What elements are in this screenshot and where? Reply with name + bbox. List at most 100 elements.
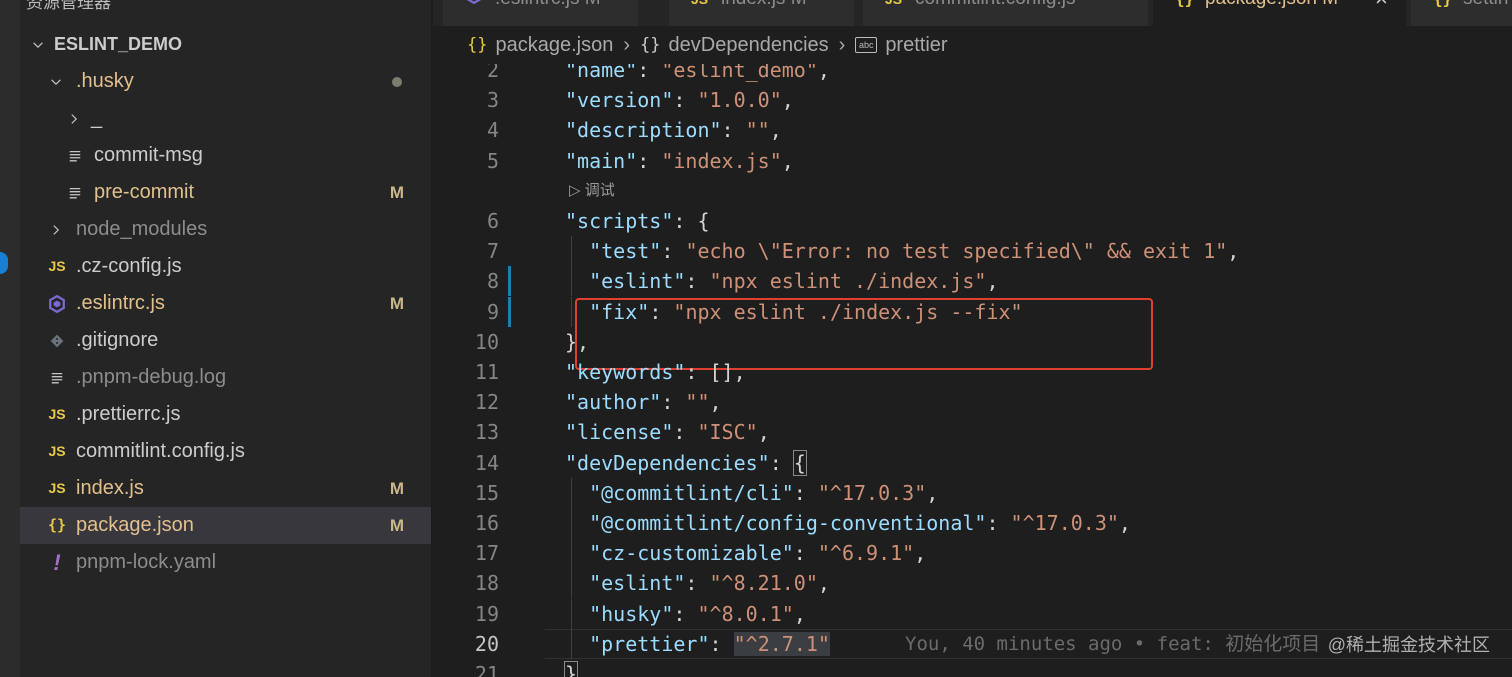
tree-item[interactable]: JS .prettierrc.js bbox=[20, 396, 431, 433]
line-number: 16 bbox=[474, 511, 499, 535]
tab-eslintrc-js[interactable]: .eslintrc.js M bbox=[443, 0, 639, 26]
git-modified-badge: M bbox=[389, 294, 404, 313]
code-line[interactable]: 2 "name": "eslint_demo", bbox=[433, 64, 1512, 85]
tab-package-json[interactable]: {} package.json M × bbox=[1153, 0, 1407, 26]
tree-item[interactable]: JS commitlint.config.js bbox=[20, 433, 431, 470]
eslint-icon bbox=[465, 0, 483, 13]
breadcrumb-label: prettier bbox=[885, 33, 948, 56]
code-line[interactable]: 6 "scripts": { bbox=[433, 206, 1512, 236]
tree-item-label: commitlint.config.js bbox=[76, 440, 245, 462]
code-text: "keywords": [], bbox=[565, 360, 746, 384]
line-number: 17 bbox=[474, 541, 499, 566]
indent-guide bbox=[571, 266, 572, 297]
breadcrumb-item[interactable]: abc prettier bbox=[855, 33, 948, 57]
activity-bar bbox=[0, 0, 20, 677]
code-text: "@commitlint/cli": "^17.0.3", bbox=[589, 480, 939, 505]
code-line[interactable]: 18 "eslint": "^8.21.0", bbox=[433, 568, 1512, 599]
tree-item-label: pnpm-lock.yaml bbox=[76, 551, 217, 573]
code-line[interactable]: 15 "@commitlint/cli": "^17.0.3", bbox=[433, 477, 1512, 508]
string-icon: abc bbox=[855, 37, 878, 53]
tree-item-label: pre-commit bbox=[94, 181, 195, 203]
code-text: "name": "eslint_demo", bbox=[565, 64, 830, 82]
code-text: "devDependencies": { bbox=[565, 449, 807, 476]
code-line[interactable]: 17 "cz-customizable": "^6.9.1", bbox=[433, 538, 1512, 569]
tree-root-folder[interactable]: ESLINT_DEMO bbox=[20, 26, 431, 63]
json-icon: {} bbox=[47, 516, 67, 534]
code-line[interactable]: 5 "main": "index.js", bbox=[433, 146, 1512, 176]
code-line[interactable]: 10}, bbox=[433, 327, 1512, 357]
breadcrumb-label: package.json bbox=[495, 33, 614, 56]
code-line[interactable]: 13 "license": "ISC", bbox=[433, 417, 1512, 447]
code-text: "license": "ISC", bbox=[565, 420, 770, 445]
code-line[interactable]: 11 "keywords": [], bbox=[433, 357, 1512, 387]
tree-item[interactable]: _ bbox=[20, 100, 431, 137]
git-modified-badge: M bbox=[389, 183, 404, 202]
code-line[interactable]: 4 "description": "", bbox=[433, 115, 1512, 145]
tree-item[interactable]: JS index.js M bbox=[20, 470, 431, 507]
tab-label: .eslintrc.js M bbox=[495, 0, 601, 12]
tree-item[interactable]: node_modules bbox=[20, 211, 431, 248]
codelens-debug[interactable]: ▷ 调试 bbox=[569, 176, 615, 206]
breadcrumb-item[interactable]: {} devDependencies bbox=[640, 34, 829, 57]
git-blame-annotation: You, 40 minutes ago • feat: 初始化项目 bbox=[905, 632, 1321, 655]
code-line[interactable]: 21} bbox=[433, 659, 1512, 677]
code-line[interactable]: 3 "version": "1.0.0", bbox=[433, 85, 1512, 115]
editor-tabs: .eslintrc.js M JS index.js M JS commitlint.c… bbox=[433, 0, 1512, 26]
tree-item[interactable]: commit-msg bbox=[20, 137, 431, 174]
code-text: "author": "", bbox=[565, 390, 722, 415]
tree-item-label: node_modules bbox=[76, 218, 208, 240]
line-number: 7 bbox=[486, 239, 499, 264]
code-editor[interactable]: @稀土掘金技术社区 2 "name": "eslint_demo", 3 "versi… bbox=[433, 64, 1512, 677]
code-line[interactable]: 20 "prettier": "^2.7.1" You, 40 minutes ag… bbox=[433, 628, 1512, 659]
tab-commitlint-config-js[interactable]: JS commitlint.config.js bbox=[863, 0, 1149, 26]
tab-settin[interactable]: {} settin bbox=[1411, 0, 1512, 26]
tree-item[interactable]: {} package.json M bbox=[20, 507, 431, 544]
tree-item[interactable]: pre-commit M bbox=[20, 174, 431, 211]
line-number: 20 bbox=[474, 631, 499, 656]
indent-guide bbox=[571, 538, 572, 569]
root-folder-label: ESLINT_DEMO bbox=[54, 34, 183, 54]
chevron-down-icon bbox=[30, 26, 46, 63]
code-text: "prettier": "^2.7.1" bbox=[589, 631, 830, 656]
code-text: "fix": "npx eslint ./index.js --fix" bbox=[589, 299, 1023, 324]
js-icon: JS bbox=[48, 443, 66, 459]
line-number: 4 bbox=[486, 118, 499, 143]
breadcrumb-item[interactable]: {} package.json bbox=[467, 34, 613, 57]
code-line[interactable]: 7 "test": "echo \"Error: no test specifie… bbox=[433, 236, 1512, 267]
code-line[interactable]: 16 "@commitlint/config-conventional": "^1… bbox=[433, 508, 1512, 538]
tree-item-label: index.js bbox=[76, 477, 144, 499]
tree-item[interactable]: .eslintrc.js M bbox=[20, 285, 431, 322]
tree-item-label: .cz-config.js bbox=[76, 255, 182, 277]
close-icon[interactable]: × bbox=[1375, 0, 1388, 12]
tree-item[interactable]: ! pnpm-lock.yaml bbox=[20, 544, 431, 581]
git-modified-badge: M bbox=[389, 516, 404, 535]
yaml-icon: ! bbox=[53, 550, 61, 575]
code-line[interactable]: 19 "husky": "^8.0.1", bbox=[433, 598, 1512, 629]
tree-item[interactable]: .gitignore bbox=[20, 322, 431, 359]
lines-icon bbox=[64, 137, 86, 174]
code-line[interactable]: 9 "fix": "npx eslint ./index.js --fix" bbox=[433, 296, 1512, 327]
line-number: 19 bbox=[474, 601, 499, 626]
code-line[interactable]: 14 "devDependencies": { bbox=[433, 448, 1512, 478]
js-icon: JS bbox=[691, 0, 708, 12]
chevron-down-icon bbox=[48, 63, 64, 100]
indent-guide bbox=[571, 628, 572, 659]
tree-item[interactable]: .husky bbox=[20, 63, 431, 100]
tree-item[interactable]: .pnpm-debug.log bbox=[20, 359, 431, 396]
eslint-icon bbox=[46, 285, 68, 322]
code-text: "@commitlint/config-conventional": "^17.… bbox=[589, 511, 1131, 535]
js-icon: JS bbox=[48, 406, 66, 422]
code-line[interactable]: 8 "eslint": "npx eslint ./index.js", bbox=[433, 266, 1512, 297]
line-number: 21 bbox=[474, 662, 499, 677]
tab-label: settin bbox=[1463, 0, 1508, 12]
line-number: 14 bbox=[474, 450, 499, 475]
indent-guide bbox=[571, 296, 572, 327]
tree-item-label: .pnpm-debug.log bbox=[76, 366, 227, 388]
line-number: 10 bbox=[474, 329, 499, 354]
code-text: "eslint": "^8.21.0", bbox=[589, 571, 830, 596]
tab-index-js[interactable]: JS index.js M bbox=[669, 0, 855, 26]
code-line[interactable]: 12 "author": "", bbox=[433, 387, 1512, 417]
tree-item[interactable]: JS .cz-config.js bbox=[20, 248, 431, 285]
code-text: "main": "index.js", bbox=[565, 148, 794, 173]
lines-icon bbox=[46, 359, 68, 396]
